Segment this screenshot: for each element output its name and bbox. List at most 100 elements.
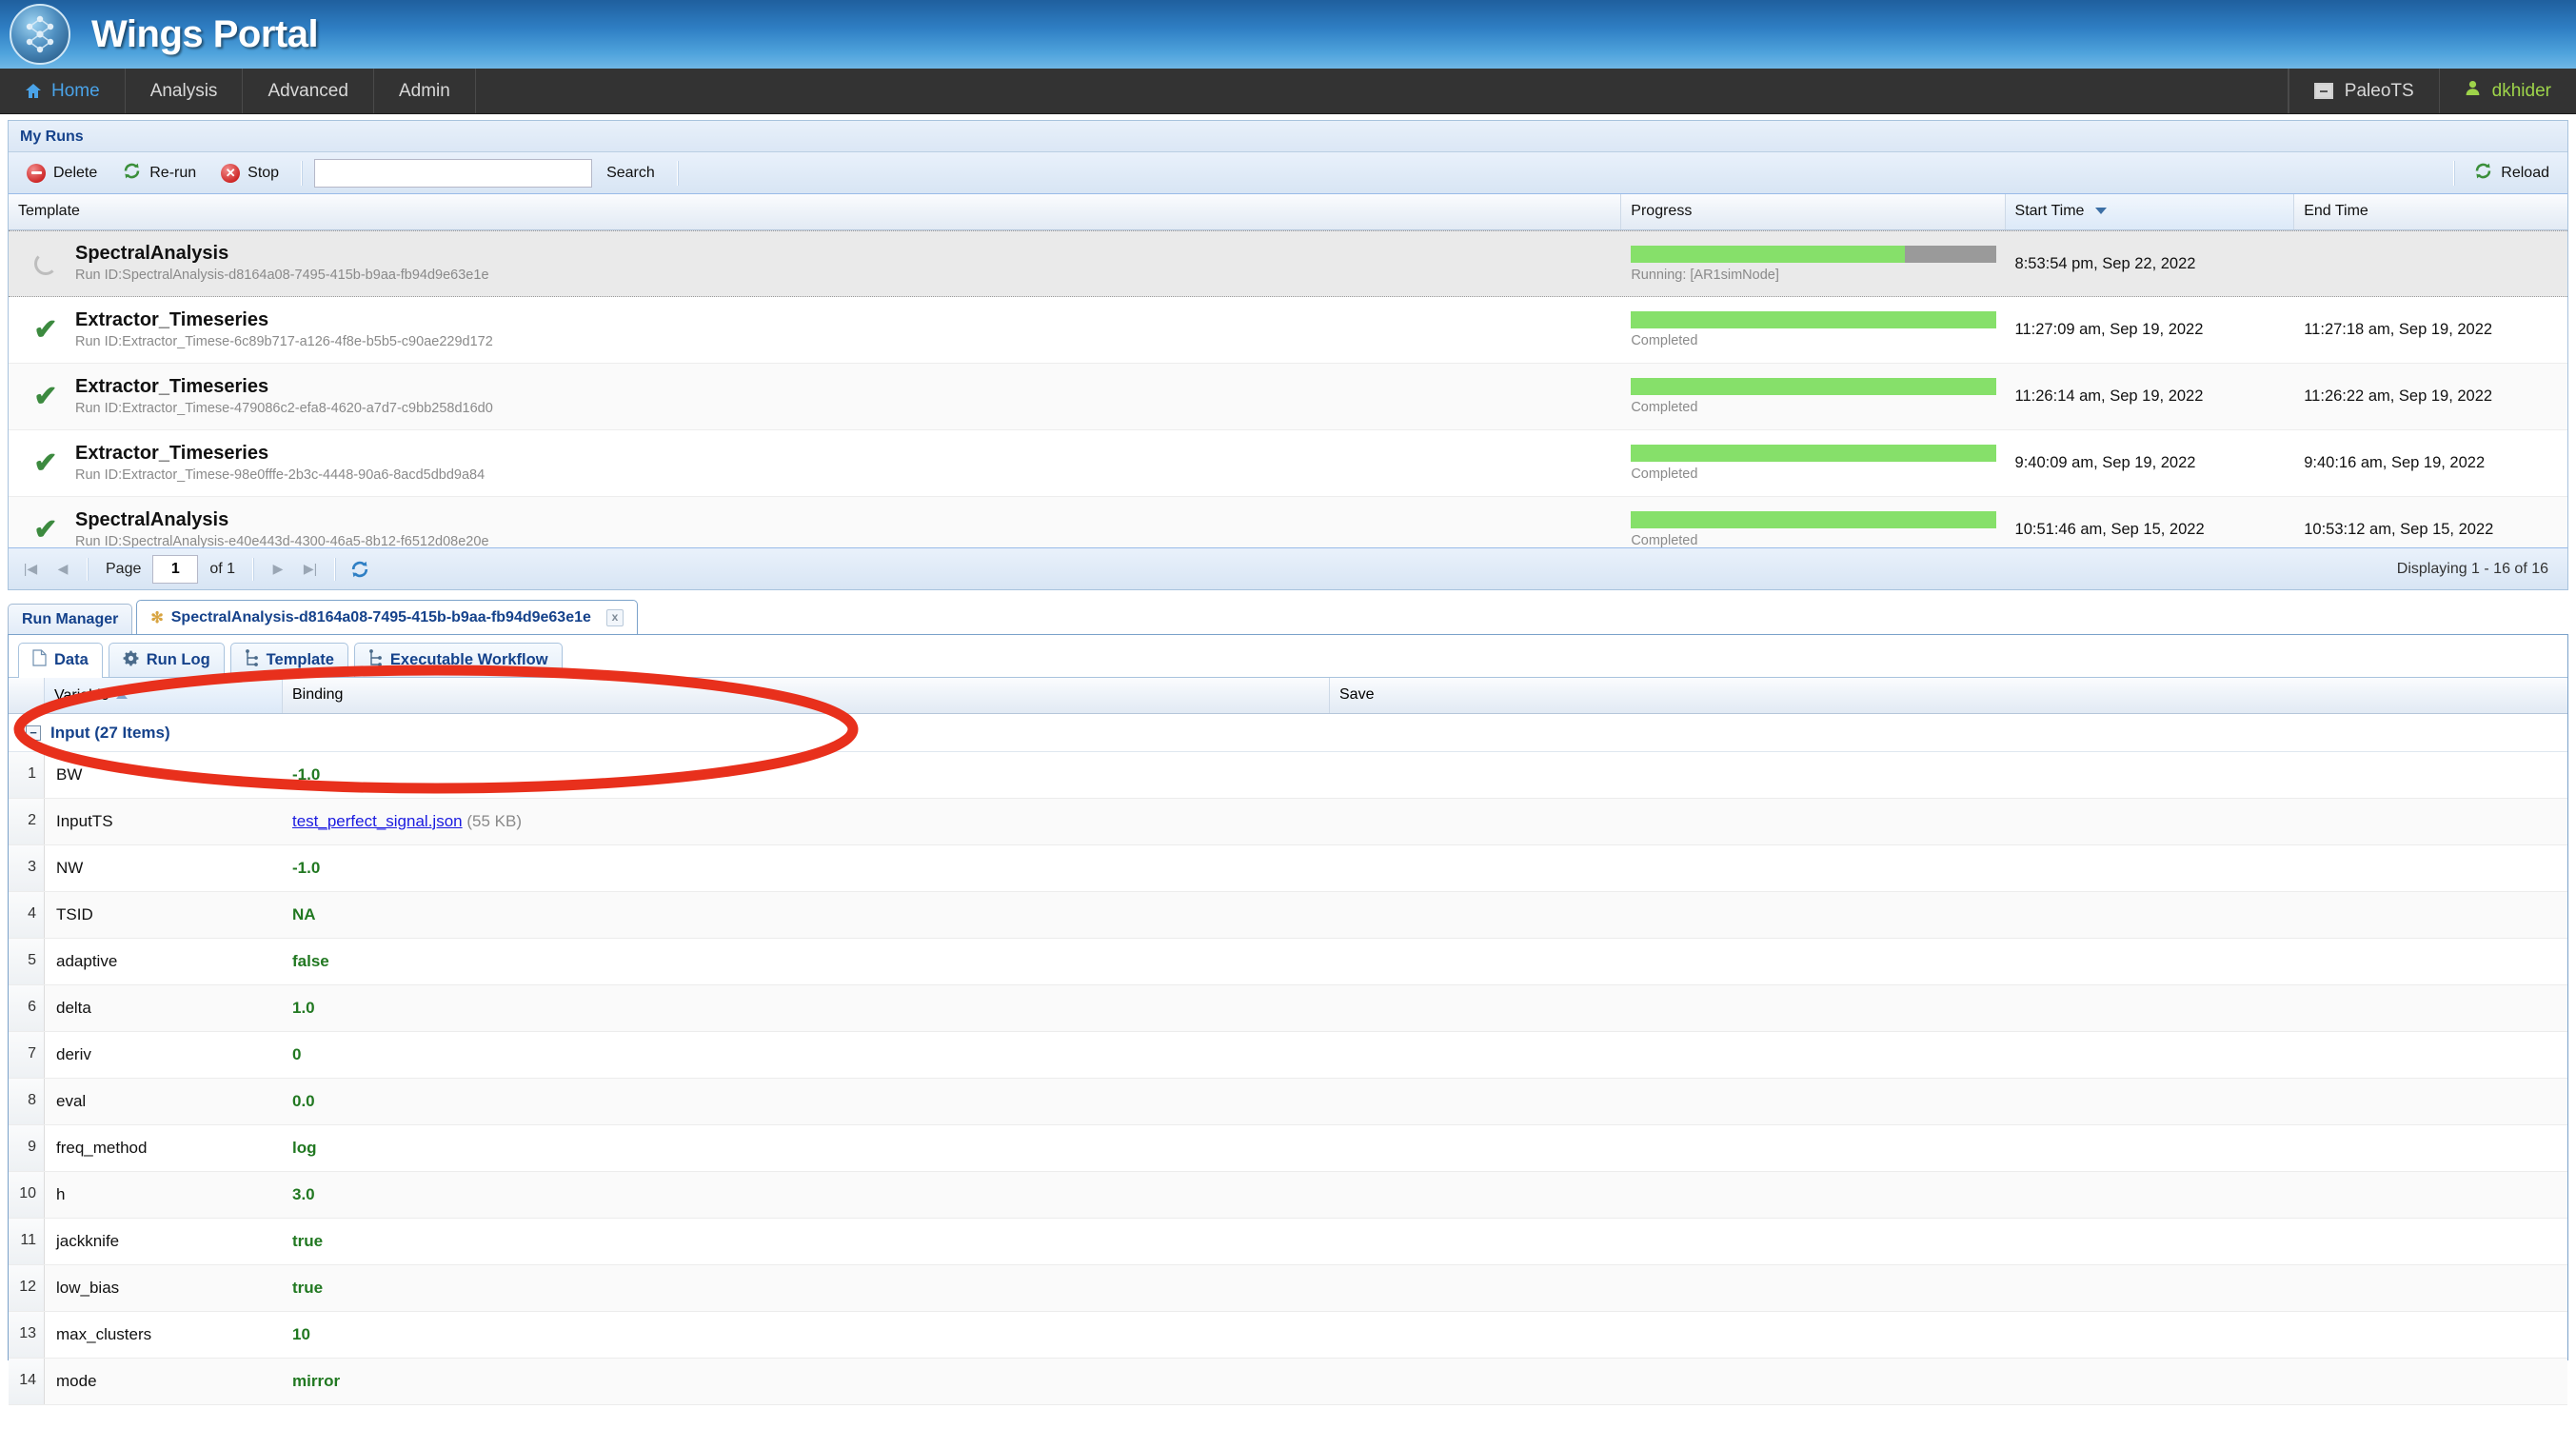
table-row[interactable]: 13 max_clusters 10 <box>9 1312 2567 1359</box>
save-cell[interactable] <box>1330 939 2567 984</box>
nav-item-advanced[interactable]: Advanced <box>243 69 374 113</box>
column-header-variable[interactable]: Variable <box>45 678 283 713</box>
delete-button[interactable]: Delete <box>16 159 108 188</box>
table-row[interactable]: 14 mode mirror <box>9 1359 2567 1405</box>
table-row[interactable]: 12 low_bias true <box>9 1265 2567 1312</box>
tab-run-log-label: Run Log <box>146 651 210 668</box>
row-number: 10 <box>9 1172 45 1218</box>
table-row[interactable]: 5 adaptive false <box>9 939 2567 985</box>
nav-item-analysis[interactable]: Analysis <box>126 69 244 113</box>
run-progress-cell: Completed <box>1621 430 2005 496</box>
nav-user-menu[interactable]: dkhider <box>2438 69 2576 113</box>
table-row[interactable]: 1 BW -1.0 <box>9 752 2567 799</box>
group-row-input[interactable]: − Input (27 Items) <box>9 714 2567 752</box>
nav-item-admin[interactable]: Admin <box>374 69 476 113</box>
tab-executable-workflow[interactable]: Executable Workflow <box>353 643 563 677</box>
column-header-progress[interactable]: Progress <box>1621 194 2006 229</box>
save-cell[interactable] <box>1330 799 2567 844</box>
run-template-name: Extractor_Timeseries <box>75 375 269 397</box>
search-button[interactable]: Search <box>596 160 665 187</box>
sort-asc-icon <box>115 692 128 699</box>
first-page-icon[interactable]: |◀ <box>16 556 45 583</box>
save-cell[interactable] <box>1330 1219 2567 1264</box>
toolbar-separator-2 <box>676 160 679 186</box>
search-button-label: Search <box>606 164 655 181</box>
tab-run-manager[interactable]: Run Manager <box>8 604 133 634</box>
next-page-icon[interactable]: ▶ <box>264 556 292 583</box>
save-cell[interactable] <box>1330 1032 2567 1078</box>
stop-button-label: Stop <box>248 164 280 181</box>
column-header-start-time[interactable]: Start Time <box>2005 194 2295 229</box>
column-header-binding[interactable]: Binding <box>283 678 1330 713</box>
table-row[interactable]: 2 InputTS test_perfect_signal.json (55 K… <box>9 799 2567 845</box>
prev-page-icon[interactable]: ◀ <box>49 556 77 583</box>
progress-bar <box>1631 311 1996 328</box>
run-progress-cell: Completed <box>1621 364 2005 429</box>
tab-spectral-analysis-run[interactable]: ✻ SpectralAnalysis-d8164a08-7495-415b-b9… <box>136 600 638 634</box>
table-row[interactable]: ✔ Extractor_Timeseries Run ID:Extractor_… <box>9 430 2567 497</box>
stop-button[interactable]: ✕ Stop <box>210 159 289 188</box>
save-cell[interactable] <box>1330 1172 2567 1218</box>
save-cell[interactable] <box>1330 845 2567 891</box>
run-start-time: 8:53:54 pm, Sep 22, 2022 <box>2014 254 2196 272</box>
runs-grid-body[interactable]: SpectralAnalysis Run ID:SpectralAnalysis… <box>9 230 2567 547</box>
save-cell[interactable] <box>1330 892 2567 938</box>
table-row[interactable]: 11 jackknife true <box>9 1219 2567 1265</box>
variable-cell: eval <box>56 1092 87 1110</box>
table-row[interactable]: 3 NW -1.0 <box>9 845 2567 892</box>
run-template-cell: ✔ SpectralAnalysis Run ID:SpectralAnalys… <box>9 497 1621 547</box>
row-number: 12 <box>9 1265 45 1311</box>
nav-item-home[interactable]: Home <box>0 69 126 113</box>
save-cell[interactable] <box>1330 752 2567 798</box>
rerun-button-label: Re-run <box>149 164 197 181</box>
column-header-template[interactable]: Template <box>9 194 1622 229</box>
gear-icon <box>123 650 139 671</box>
collapse-icon[interactable]: − <box>26 724 41 741</box>
row-number: 9 <box>9 1125 45 1171</box>
save-cell[interactable] <box>1330 1312 2567 1358</box>
tab-data[interactable]: Data <box>18 643 103 678</box>
save-cell[interactable] <box>1330 1079 2567 1124</box>
run-template-name: Extractor_Timeseries <box>75 308 269 330</box>
table-row[interactable]: ✔ Extractor_Timeseries Run ID:Extractor_… <box>9 297 2567 364</box>
table-row[interactable]: 7 deriv 0 <box>9 1032 2567 1079</box>
column-header-save[interactable]: Save <box>1330 678 2567 713</box>
nav-item-analysis-label: Analysis <box>149 80 218 101</box>
run-template-cell: ✔ Extractor_Timeseries Run ID:Extractor_… <box>9 430 1621 496</box>
last-page-icon[interactable]: ▶| <box>296 556 325 583</box>
column-header-end-time[interactable]: End Time <box>2294 194 2567 229</box>
user-icon <box>2465 80 2481 102</box>
table-row[interactable]: 4 TSID NA <box>9 892 2567 939</box>
binding-cell: mirror <box>292 1372 341 1390</box>
table-row[interactable]: 6 delta 1.0 <box>9 985 2567 1032</box>
tab-template[interactable]: Template <box>229 643 348 677</box>
page-title: Wings Portal <box>91 12 319 55</box>
running-spinner-icon <box>30 252 62 275</box>
table-row[interactable]: SpectralAnalysis Run ID:SpectralAnalysis… <box>9 230 2567 297</box>
page-total-label: of 1 <box>209 560 236 577</box>
rerun-button[interactable]: Re-run <box>111 156 207 190</box>
progress-bar <box>1631 511 1996 528</box>
run-template-name: SpectralAnalysis <box>75 508 229 530</box>
table-row[interactable]: ✔ SpectralAnalysis Run ID:SpectralAnalys… <box>9 497 2567 547</box>
refresh-icon[interactable] <box>346 556 374 583</box>
nav-domain-paleots[interactable]: PaleoTS <box>2288 69 2439 113</box>
table-row[interactable]: 10 h 3.0 <box>9 1172 2567 1219</box>
tab-run-log[interactable]: Run Log <box>108 643 225 677</box>
progress-bar <box>1631 378 1996 395</box>
save-cell[interactable] <box>1330 1359 2567 1404</box>
run-id-label: Run ID:Extractor_Timese-6c89b717-a126-4f… <box>75 333 493 349</box>
save-cell[interactable] <box>1330 1125 2567 1171</box>
table-row[interactable]: 8 eval 0.0 <box>9 1079 2567 1125</box>
table-row[interactable]: ✔ Extractor_Timeseries Run ID:Extractor_… <box>9 364 2567 430</box>
save-cell[interactable] <box>1330 1265 2567 1311</box>
save-cell[interactable] <box>1330 985 2567 1031</box>
reload-button[interactable]: Reload <box>2463 156 2560 190</box>
variable-cell: h <box>56 1185 66 1203</box>
close-icon[interactable]: x <box>605 608 624 626</box>
table-row[interactable]: 9 freq_method log <box>9 1125 2567 1172</box>
search-input[interactable] <box>314 158 593 188</box>
page-number-input[interactable] <box>152 554 199 584</box>
file-link[interactable]: test_perfect_signal.json <box>292 812 463 830</box>
run-id-label: Run ID:Extractor_Timese-479086c2-efa8-46… <box>75 400 493 416</box>
